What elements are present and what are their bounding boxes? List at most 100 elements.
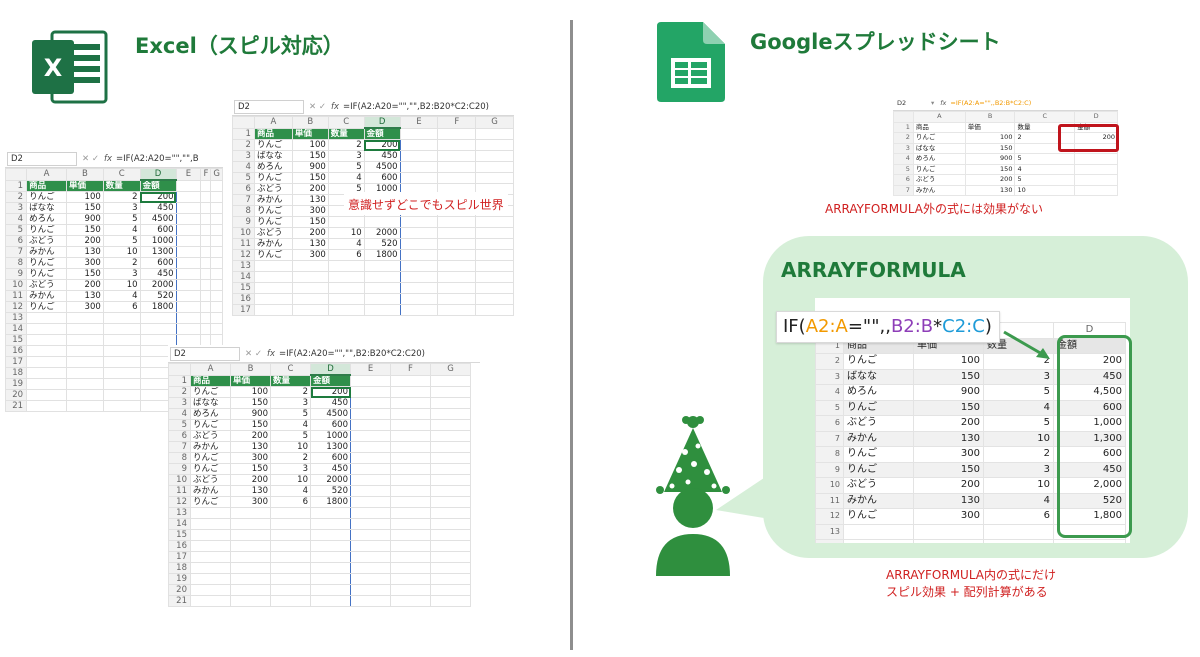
- cell[interactable]: [437, 271, 477, 283]
- cell[interactable]: 200: [291, 227, 329, 239]
- cell[interactable]: [390, 551, 431, 563]
- header-cell[interactable]: 単価: [230, 374, 271, 387]
- header-cell[interactable]: 商品: [190, 374, 231, 387]
- cell[interactable]: [1074, 184, 1118, 196]
- column-header[interactable]: C: [102, 168, 141, 181]
- cell[interactable]: [102, 312, 141, 324]
- cell[interactable]: [270, 529, 311, 541]
- cell[interactable]: [437, 139, 477, 151]
- column-header[interactable]: D: [1074, 111, 1118, 123]
- row-header[interactable]: 5: [893, 163, 914, 175]
- cell[interactable]: りんご: [843, 399, 914, 416]
- header-cell[interactable]: 数量: [102, 179, 141, 192]
- name-box[interactable]: D2: [170, 346, 240, 361]
- gsheet-name-box[interactable]: D2: [893, 99, 931, 107]
- cell[interactable]: 900: [291, 161, 329, 173]
- cell[interactable]: ぶどう: [190, 430, 231, 442]
- cell[interactable]: [210, 246, 223, 258]
- column-header[interactable]: E: [175, 168, 202, 181]
- cell[interactable]: [475, 249, 514, 261]
- cell[interactable]: [102, 323, 141, 335]
- cell[interactable]: [210, 301, 223, 313]
- cell[interactable]: [175, 224, 202, 236]
- row-header[interactable]: 12: [168, 496, 191, 508]
- cell[interactable]: 4: [983, 399, 1054, 416]
- cell[interactable]: 150: [230, 397, 271, 409]
- row-header[interactable]: 11: [815, 492, 844, 509]
- cell[interactable]: [350, 408, 391, 420]
- cell[interactable]: [390, 584, 431, 596]
- cell[interactable]: めろん: [190, 408, 231, 420]
- cell[interactable]: [437, 127, 477, 140]
- corner-cell[interactable]: [232, 116, 255, 129]
- row-header[interactable]: 10: [815, 477, 844, 494]
- row-header[interactable]: 6: [168, 430, 191, 442]
- cell[interactable]: [430, 485, 471, 497]
- cell[interactable]: 130: [913, 430, 984, 447]
- cell[interactable]: [291, 260, 329, 272]
- cell[interactable]: [200, 179, 212, 192]
- cell[interactable]: 450: [310, 463, 351, 475]
- cell[interactable]: [102, 400, 141, 412]
- cell[interactable]: りんご: [26, 268, 67, 280]
- cell[interactable]: 6: [270, 496, 311, 508]
- cell[interactable]: [390, 474, 431, 486]
- cell[interactable]: 520: [363, 238, 401, 250]
- cancel-icon[interactable]: ✕ ✓: [82, 154, 99, 164]
- cell[interactable]: [190, 584, 231, 596]
- cell[interactable]: 10: [983, 477, 1054, 494]
- cell[interactable]: [200, 235, 212, 247]
- cell[interactable]: 4500: [363, 161, 401, 173]
- cell[interactable]: [139, 312, 177, 324]
- column-header[interactable]: D: [363, 116, 401, 129]
- cell[interactable]: [327, 216, 365, 228]
- row-header[interactable]: 13: [168, 507, 191, 519]
- row-header[interactable]: 4: [815, 384, 844, 401]
- cell[interactable]: [200, 191, 212, 203]
- cell[interactable]: [1053, 539, 1126, 543]
- cell[interactable]: 3: [270, 397, 311, 409]
- row-header[interactable]: 10: [232, 227, 255, 239]
- cell[interactable]: [253, 260, 293, 272]
- cell[interactable]: りんご: [912, 132, 966, 144]
- cell[interactable]: [475, 260, 514, 272]
- cell[interactable]: りんご: [253, 216, 293, 228]
- cell[interactable]: 4: [1014, 163, 1076, 175]
- cell[interactable]: [26, 323, 67, 335]
- cell[interactable]: [270, 573, 311, 585]
- row-header[interactable]: 14: [232, 271, 255, 283]
- cell[interactable]: [430, 562, 471, 574]
- cell[interactable]: [175, 202, 202, 214]
- column-header[interactable]: B: [964, 111, 1016, 123]
- cell[interactable]: [437, 249, 477, 261]
- cell[interactable]: 150: [964, 163, 1016, 175]
- cell[interactable]: [390, 374, 431, 387]
- cell[interactable]: [390, 452, 431, 464]
- row-header[interactable]: 20: [168, 584, 191, 596]
- cell[interactable]: 200: [66, 235, 104, 247]
- column-header[interactable]: A: [190, 363, 231, 376]
- cell[interactable]: [390, 518, 431, 530]
- cell[interactable]: [350, 573, 391, 585]
- cell[interactable]: 450: [363, 150, 401, 162]
- cell[interactable]: 1300: [310, 441, 351, 453]
- cell[interactable]: [175, 312, 202, 324]
- cell[interactable]: 200: [291, 183, 329, 195]
- cell[interactable]: 5: [270, 430, 311, 442]
- cell[interactable]: 300: [230, 452, 271, 464]
- cell[interactable]: りんご: [253, 172, 293, 184]
- cell[interactable]: 4: [327, 172, 365, 184]
- cell[interactable]: [139, 323, 177, 335]
- row-header[interactable]: 6: [815, 415, 844, 432]
- column-header[interactable]: B: [291, 116, 329, 129]
- cell[interactable]: 200: [66, 279, 104, 291]
- cell[interactable]: 300: [913, 508, 984, 525]
- cell[interactable]: [430, 573, 471, 585]
- cell[interactable]: 600: [310, 419, 351, 431]
- cell[interactable]: 600: [310, 452, 351, 464]
- row-header[interactable]: 13: [5, 312, 28, 324]
- cell[interactable]: [210, 312, 223, 324]
- cell[interactable]: 900: [964, 153, 1016, 165]
- row-header[interactable]: 21: [168, 595, 191, 607]
- header-cell[interactable]: 金額: [310, 374, 351, 387]
